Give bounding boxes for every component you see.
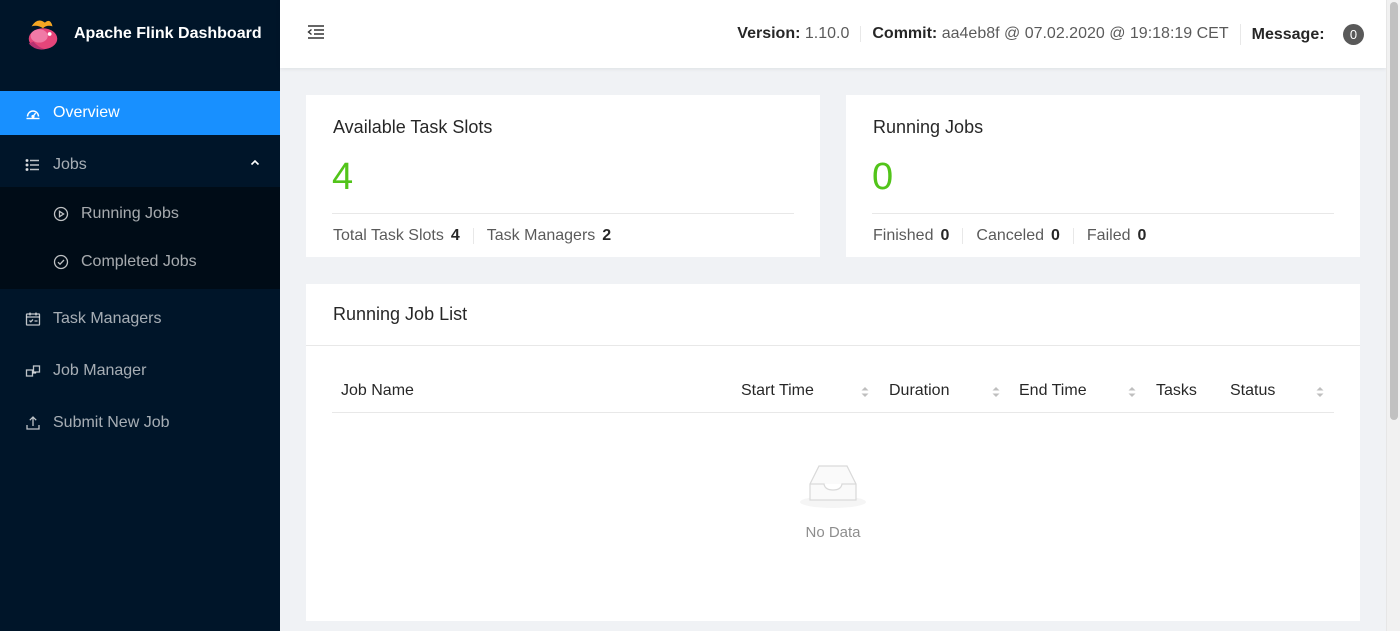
check-circle-icon — [52, 253, 70, 271]
task-slots-card: Available Task Slots 4 Total Task Slots 4… — [306, 95, 820, 257]
commit-info: Commit: aa4eb8f @ 07.02.2020 @ 19:18:19 … — [860, 26, 1239, 42]
column-label: Duration — [889, 382, 950, 399]
stat-label: Total Task Slots — [333, 227, 444, 244]
dashboard-icon — [24, 104, 42, 122]
column-header-duration[interactable]: Duration — [889, 369, 949, 413]
stat-label: Task Managers — [486, 227, 596, 244]
card-title: Available Task Slots — [333, 117, 493, 137]
sort-icon[interactable] — [1315, 384, 1325, 400]
sidebar-item-job-manager[interactable]: Job Manager — [0, 349, 280, 393]
message-label: Message: — [1251, 25, 1325, 43]
cluster-icon — [24, 362, 42, 380]
table-header: Job Name Start Time Duration End Time Ta… — [332, 369, 1334, 413]
sidebar-item-task-managers[interactable]: Task Managers — [0, 297, 280, 341]
sort-icon[interactable] — [1127, 384, 1137, 400]
stat-value: 4 — [450, 227, 460, 244]
sort-icon[interactable] — [860, 384, 870, 400]
stat-value: 0 — [1137, 227, 1147, 244]
divider — [872, 213, 1334, 214]
list-icon — [24, 156, 42, 174]
jobs-submenu: Running Jobs Completed Jobs — [0, 187, 280, 289]
column-header-start-time[interactable]: Start Time — [741, 369, 814, 413]
empty-inbox-icon — [800, 465, 866, 508]
jobs-footer: Finished 0 Canceled 0 Failed 0 — [873, 228, 1159, 244]
sidebar-item-jobs[interactable]: Jobs — [0, 143, 280, 187]
chevron-up-icon — [250, 159, 260, 166]
stat-value: 0 — [940, 227, 950, 244]
page-scrollbar[interactable] — [1386, 0, 1400, 631]
card-header: Running Job List — [306, 284, 1360, 346]
empty-text: No Data — [805, 524, 861, 541]
sidebar-item-label: Submit New Job — [53, 414, 170, 431]
logo[interactable]: Apache Flink Dashboard — [0, 0, 280, 68]
stat-label: Finished — [873, 227, 934, 244]
upload-icon — [24, 414, 42, 432]
empty-state: No Data — [306, 462, 1360, 541]
commit-value: aa4eb8f @ 07.02.2020 @ 19:18:19 CET — [941, 25, 1229, 42]
sidebar: Apache Flink Dashboard Overview Jobs Run… — [0, 0, 280, 631]
failed-count: Failed 0 — [1072, 227, 1159, 244]
stat-label: Canceled — [976, 227, 1044, 244]
available-slots-value: 4 — [332, 156, 354, 198]
stat-value: 2 — [602, 227, 612, 244]
flink-logo-icon — [28, 20, 58, 50]
card-title: Running Job List — [333, 304, 468, 324]
header-info: Version: 1.10.0 Commit: aa4eb8f @ 07.02.… — [726, 0, 1386, 68]
running-jobs-card: Running Jobs 0 Finished 0 Canceled 0 Faile… — [846, 95, 1360, 257]
app-title: Apache Flink Dashboard — [74, 25, 262, 42]
sidebar-menu: Overview Jobs Running Jobs Completed Job… — [0, 91, 280, 445]
sidebar-item-label: Running Jobs — [81, 205, 179, 222]
sidebar-item-label: Overview — [53, 104, 120, 121]
column-label: Tasks — [1156, 382, 1197, 399]
sidebar-item-label: Jobs — [53, 156, 87, 173]
sidebar-item-label: Completed Jobs — [81, 253, 197, 270]
play-circle-icon — [52, 205, 70, 223]
version-value: 1.10.0 — [804, 25, 850, 42]
slots-footer: Total Task Slots 4 Task Managers 2 — [333, 228, 624, 244]
schedule-icon — [24, 310, 42, 328]
sidebar-item-label: Job Manager — [53, 362, 147, 379]
column-label: End Time — [1019, 382, 1087, 399]
sidebar-item-running-jobs[interactable]: Running Jobs — [0, 192, 280, 236]
stat-label: Failed — [1086, 227, 1131, 244]
column-label: Start Time — [741, 382, 814, 399]
commit-label: Commit: — [872, 25, 938, 42]
column-label: Status — [1230, 382, 1276, 399]
menu-fold-icon[interactable] — [306, 22, 326, 42]
sidebar-item-overview[interactable]: Overview — [0, 91, 280, 135]
sort-icon[interactable] — [991, 384, 1001, 400]
running-jobs-value: 0 — [872, 156, 894, 198]
version-info: Version: 1.10.0 — [726, 26, 860, 42]
column-header-status[interactable]: Status — [1230, 369, 1275, 413]
column-label: Job Name — [341, 382, 414, 399]
total-task-slots: Total Task Slots 4 — [333, 228, 473, 244]
message-count-badge[interactable]: 0 — [1343, 23, 1364, 45]
version-label: Version: — [737, 25, 801, 42]
task-managers-count: Task Managers 2 — [472, 227, 624, 244]
sidebar-item-completed-jobs[interactable]: Completed Jobs — [0, 240, 280, 284]
sidebar-item-label: Task Managers — [53, 310, 162, 327]
top-header: Version: 1.10.0 Commit: aa4eb8f @ 07.02.… — [280, 0, 1386, 68]
column-header-job-name[interactable]: Job Name — [341, 369, 414, 413]
scrollbar-thumb[interactable] — [1390, 2, 1398, 420]
column-header-end-time[interactable]: End Time — [1019, 369, 1087, 413]
message-info[interactable]: Message: 0 — [1239, 23, 1386, 45]
card-title: Running Jobs — [873, 117, 984, 137]
running-job-list-card: Running Job List Job Name Start Time Dur… — [306, 284, 1360, 621]
divider — [332, 213, 794, 214]
canceled-count: Canceled 0 — [962, 228, 1073, 244]
column-header-tasks: Tasks — [1156, 369, 1197, 413]
finished-count: Finished 0 — [873, 228, 962, 244]
stat-value: 0 — [1051, 227, 1060, 244]
sidebar-item-submit-new-job[interactable]: Submit New Job — [0, 401, 280, 445]
